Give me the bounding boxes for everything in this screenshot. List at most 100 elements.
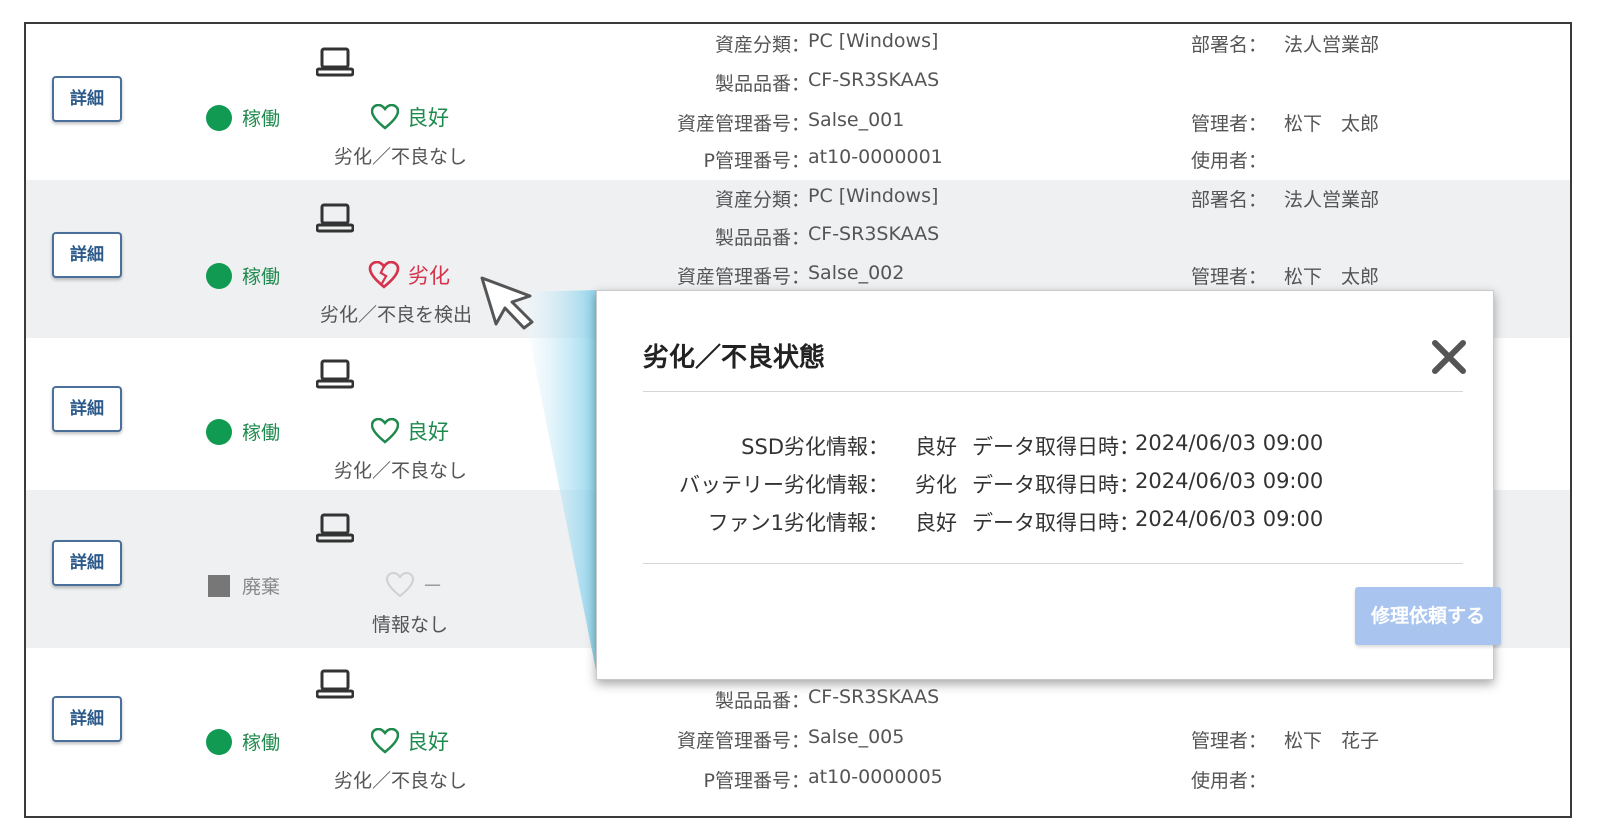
heart-icon xyxy=(371,728,399,754)
health-sub-label: 情報なし xyxy=(372,614,449,636)
status-label: 稼働 xyxy=(242,266,281,288)
detail-button[interactable]: 詳細 xyxy=(52,696,122,742)
health-indicator[interactable]: 良好 xyxy=(371,102,449,132)
asset-mgmt-value: Salse_005 xyxy=(808,726,905,748)
health-sub-label: 劣化／不良なし xyxy=(334,146,468,168)
manager-label: 管理者： xyxy=(1191,730,1268,752)
status-indicator: 稼働 xyxy=(206,418,280,445)
laptop-icon xyxy=(316,203,354,233)
health-sub-label: 劣化／不良を検出 xyxy=(320,304,473,326)
product-no-label: 製品品番： xyxy=(714,227,810,249)
date-label: データ取得日時： xyxy=(972,511,1140,535)
asset-class-label: 資産分類： xyxy=(714,34,810,56)
laptop-icon xyxy=(316,47,354,77)
laptop-icon xyxy=(316,359,354,389)
health-sub-label: 劣化／不良なし xyxy=(334,770,468,792)
broken-heart-icon xyxy=(368,261,400,289)
degradation-row-fan: ファン1劣化情報： 良好 データ取得日時： 2024/06/03 09:00 xyxy=(597,507,1493,537)
degradation-value: 劣化 xyxy=(915,473,957,497)
dept-label: 部署名： xyxy=(1191,189,1268,211)
divider xyxy=(643,563,1463,564)
health-sub-label: 劣化／不良なし xyxy=(334,460,468,482)
laptop-icon xyxy=(316,669,354,699)
status-dot-icon xyxy=(206,418,232,445)
repair-request-button[interactable]: 修理依頼する xyxy=(1355,587,1501,645)
health-indicator[interactable]: 良好 xyxy=(371,726,449,756)
date-label: データ取得日時： xyxy=(972,473,1140,497)
manager-value: 松下 太郎 xyxy=(1284,113,1380,135)
product-no-label: 製品品番： xyxy=(714,690,810,712)
product-no-value: CF-SR3SKAAS xyxy=(808,69,940,91)
status-label: 稼働 xyxy=(242,108,281,130)
degradation-row-battery: バッテリー劣化情報： 劣化 データ取得日時： 2024/06/03 09:00 xyxy=(597,469,1493,499)
detail-button[interactable]: 詳細 xyxy=(52,76,122,122)
health-label: 良好 xyxy=(407,730,449,754)
date-value: 2024/06/03 09:00 xyxy=(1135,431,1324,455)
status-label: 廃棄 xyxy=(242,576,281,598)
manager-value: 松下 花子 xyxy=(1284,730,1380,752)
manager-label: 管理者： xyxy=(1191,113,1268,135)
asset-mgmt-value: Salse_001 xyxy=(808,109,905,131)
asset-class-value: PC [Windows] xyxy=(808,30,939,52)
detail-button[interactable]: 詳細 xyxy=(52,386,122,432)
product-no-value: CF-SR3SKAAS xyxy=(808,686,940,708)
dept-label: 部署名： xyxy=(1191,34,1268,56)
close-icon[interactable] xyxy=(1429,337,1469,377)
table-row: 詳細 稼働 良好 劣化／不良なし 資産分類： PC [Windows] 製品品番… xyxy=(26,24,1570,182)
status-dot-icon xyxy=(206,104,232,131)
p-mgmt-label: P管理番号： xyxy=(703,770,810,792)
heart-icon xyxy=(371,418,399,444)
detail-button[interactable]: 詳細 xyxy=(52,232,122,278)
health-indicator[interactable]: 劣化 xyxy=(368,260,450,290)
health-label: 劣化 xyxy=(408,264,450,288)
heart-outline-icon xyxy=(386,572,414,598)
health-label: 良好 xyxy=(407,106,449,130)
status-indicator: 稼働 xyxy=(206,262,280,289)
degradation-label: バッテリー劣化情報： xyxy=(679,473,889,497)
dialog-title: 劣化／不良状態 xyxy=(643,343,826,373)
divider xyxy=(643,391,1463,392)
health-label: － xyxy=(422,574,443,598)
p-mgmt-value: at10-0000001 xyxy=(808,146,943,168)
heart-icon xyxy=(371,104,399,130)
user-label: 使用者： xyxy=(1191,150,1268,172)
status-dot-icon xyxy=(206,728,232,755)
health-indicator[interactable]: － xyxy=(386,570,443,600)
status-indicator: 稼働 xyxy=(206,104,280,131)
degradation-value: 良好 xyxy=(915,511,957,535)
asset-mgmt-value: Salse_002 xyxy=(808,262,905,284)
status-dot-icon xyxy=(206,262,232,289)
detail-button[interactable]: 詳細 xyxy=(52,540,122,586)
degradation-label: SSD劣化情報： xyxy=(741,435,889,459)
manager-value: 松下 太郎 xyxy=(1284,266,1380,288)
mouse-cursor-icon xyxy=(480,276,534,330)
dept-value: 法人営業部 xyxy=(1284,189,1380,211)
asset-class-label: 資産分類： xyxy=(714,189,810,211)
laptop-icon xyxy=(316,513,354,543)
asset-mgmt-label: 資産管理番号： xyxy=(676,113,810,135)
product-no-label: 製品品番： xyxy=(714,73,810,95)
date-label: データ取得日時： xyxy=(972,435,1140,459)
status-indicator: 稼働 xyxy=(206,728,280,755)
degradation-label: ファン1劣化情報： xyxy=(707,511,889,535)
health-indicator[interactable]: 良好 xyxy=(371,416,449,446)
health-label: 良好 xyxy=(407,420,449,444)
p-mgmt-value: at10-0000005 xyxy=(808,766,943,788)
p-mgmt-label: P管理番号： xyxy=(703,150,810,172)
user-label: 使用者： xyxy=(1191,770,1268,792)
status-label: 稼働 xyxy=(242,422,281,444)
date-value: 2024/06/03 09:00 xyxy=(1135,469,1324,493)
status-label: 稼働 xyxy=(242,732,281,754)
degradation-status-dialog: 劣化／不良状態 SSD劣化情報： 良好 データ取得日時： 2024/06/03 … xyxy=(596,290,1501,680)
disposed-square-icon xyxy=(208,574,230,597)
degradation-row-ssd: SSD劣化情報： 良好 データ取得日時： 2024/06/03 09:00 xyxy=(597,431,1493,461)
degradation-value: 良好 xyxy=(915,435,957,459)
product-no-value: CF-SR3SKAAS xyxy=(808,223,940,245)
asset-mgmt-label: 資産管理番号： xyxy=(676,730,810,752)
manager-label: 管理者： xyxy=(1191,266,1268,288)
dept-value: 法人営業部 xyxy=(1284,34,1380,56)
date-value: 2024/06/03 09:00 xyxy=(1135,507,1324,531)
status-indicator: 廃棄 xyxy=(206,572,280,599)
asset-mgmt-label: 資産管理番号： xyxy=(676,266,810,288)
asset-class-value: PC [Windows] xyxy=(808,185,939,207)
